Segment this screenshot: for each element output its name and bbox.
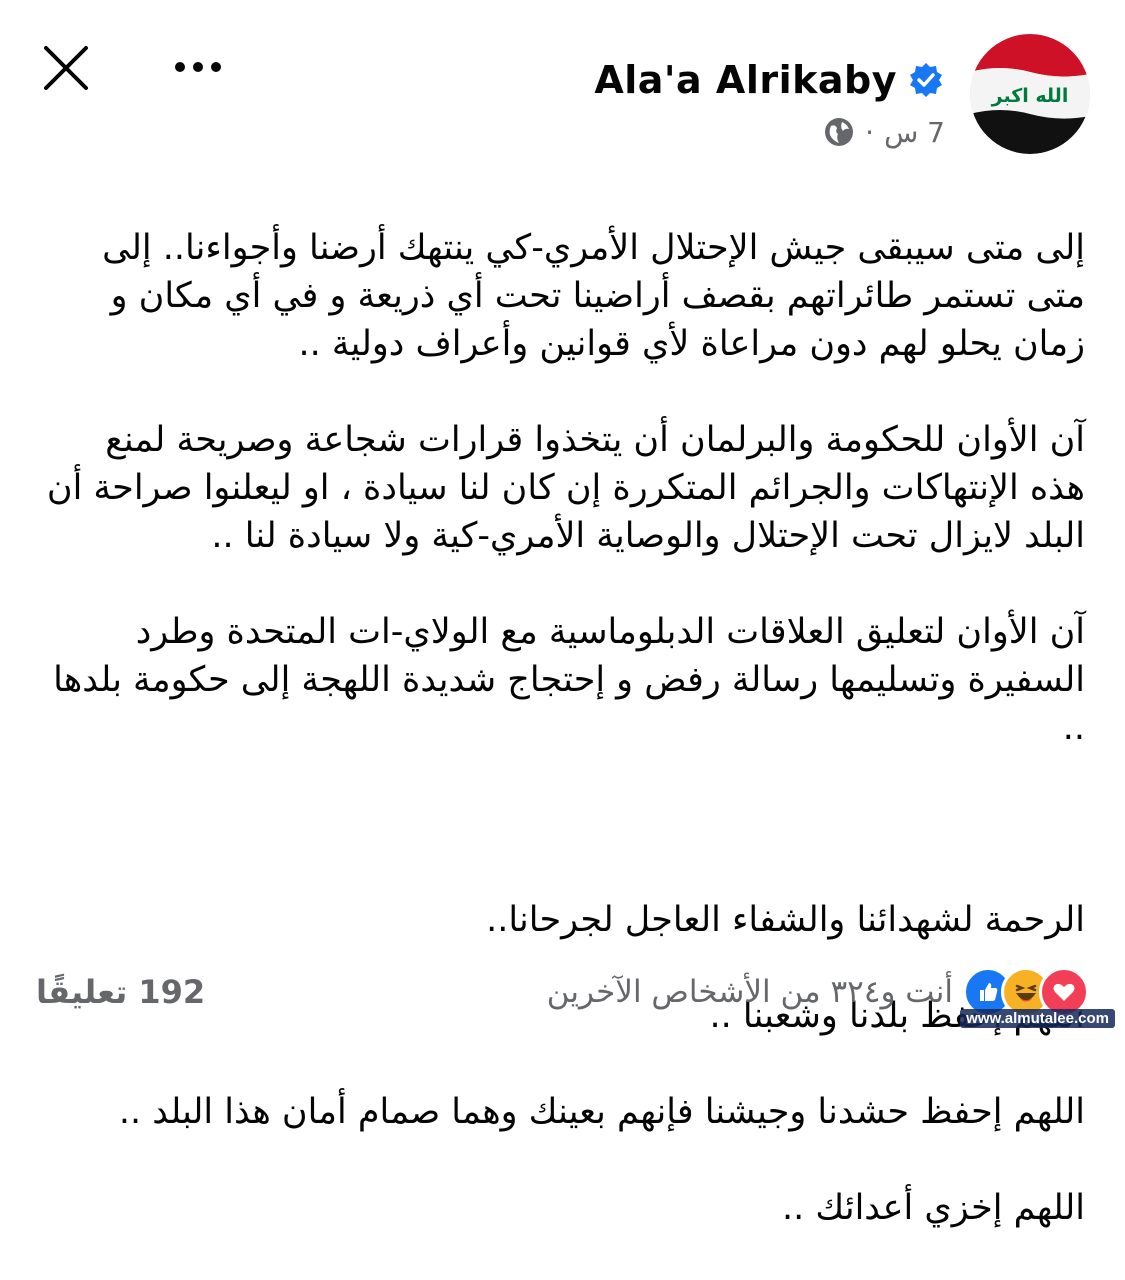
post-paragraph: آن الأوان لتعليق العلاقات الدبلوماسية مع…: [53, 612, 1085, 748]
post-paragraph-spacer: [40, 800, 1085, 848]
post-body: إلى متى سيبقى جيش الإحتلال الأمري-كي ينت…: [40, 176, 1085, 1280]
author-name[interactable]: Ala'a Alrikaby: [594, 58, 897, 102]
watermark: www.almutalee.com: [960, 1009, 1115, 1028]
reactions-text: أنت و٣٢٤ من الأشخاص الآخرين: [546, 974, 953, 1010]
post-time[interactable]: 7 س: [884, 116, 945, 149]
post-paragraph: إلى متى سيبقى جيش الإحتلال الأمري-كي ينت…: [102, 228, 1085, 364]
close-button[interactable]: [40, 42, 92, 94]
author-row[interactable]: Ala'a Alrikaby: [594, 52, 945, 108]
comments-count: 192: [138, 973, 206, 1011]
meta-separator: ·: [865, 115, 875, 149]
post-paragraph: اللهم إحفظ حشدنا وجيشنا فإنهم بعينك وهما…: [118, 1092, 1085, 1132]
post-meta: 7 س ·: [823, 112, 945, 152]
avatar[interactable]: الله اكبر: [970, 34, 1090, 154]
post-paragraph: الرحمة لشهدائنا والشفاء العاجل لجرحانا..: [486, 900, 1085, 940]
comments-label: تعليقًا: [36, 973, 128, 1011]
more-options-button[interactable]: [170, 52, 230, 82]
flag-text: الله اكبر: [991, 85, 1069, 107]
more-horizontal-icon: [175, 62, 221, 72]
iraq-flag-avatar: الله اكبر: [970, 34, 1090, 154]
comments-count-link[interactable]: 192 تعليقًا: [36, 973, 205, 1011]
verified-badge-icon: [910, 63, 942, 97]
close-icon: [44, 46, 88, 90]
post-footer: 192 تعليقًا أنت و٣٢٤ من الأشخاص الآخرين: [36, 962, 1089, 1022]
post-paragraph: آن الأوان للحكومة والبرلمان أن يتخذوا قر…: [46, 420, 1085, 556]
post-paragraph: اللهم إخزي أعدائك ..: [781, 1188, 1085, 1228]
globe-icon[interactable]: [823, 116, 855, 148]
